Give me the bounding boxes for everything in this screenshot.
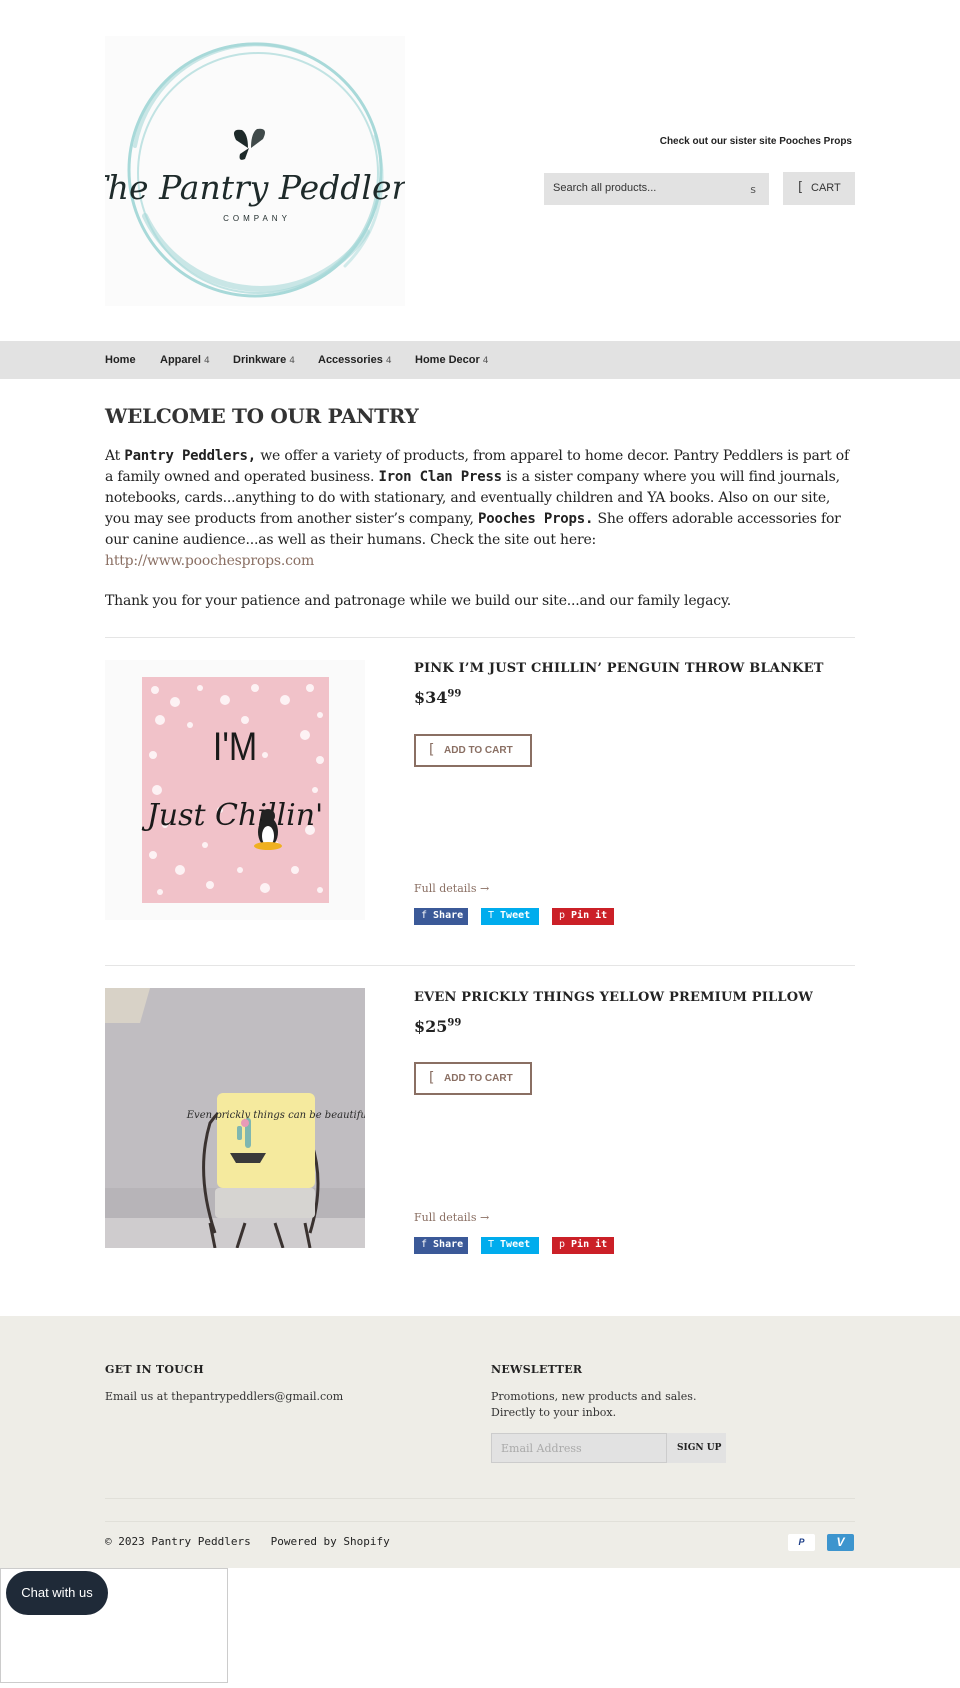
- twitter-icon: T: [488, 1239, 495, 1250]
- site-logo[interactable]: The Pantry Peddlers COMPANY: [86, 36, 424, 306]
- search-input[interactable]: Search all products... s: [544, 173, 769, 205]
- share-twitter-button[interactable]: T Tweet: [481, 908, 539, 925]
- share-pinterest-button[interactable]: p Pin it: [552, 908, 614, 925]
- email-placeholder: Email Address: [501, 1442, 582, 1455]
- twitter-icon: T: [488, 910, 495, 921]
- site-footer: GET IN TOUCH Email us at thepantrypeddle…: [0, 1316, 960, 1568]
- cart-label: CART: [811, 182, 841, 194]
- newsletter-signup-button[interactable]: SIGN UP: [667, 1433, 726, 1463]
- share-twitter-button[interactable]: T Tweet: [481, 1237, 539, 1254]
- chat-button[interactable]: Chat with us: [6, 1571, 108, 1615]
- svg-text:Just Chillin': Just Chillin': [141, 798, 324, 833]
- nav-item-apparel[interactable]: Apparel 4: [160, 354, 210, 366]
- product-price: $3499: [414, 688, 462, 707]
- product-price: $2599: [414, 1017, 462, 1036]
- chevron-down-icon: 4: [482, 356, 489, 366]
- product-title[interactable]: PINK I’M JUST CHILLIN’ PENGUIN THROW BLA…: [414, 661, 824, 676]
- nav-item-home-decor[interactable]: Home Decor 4: [415, 354, 489, 366]
- product-image-pillow[interactable]: Even prickly things can be beautiful.: [105, 988, 373, 1249]
- add-to-cart-button[interactable]: [ ADD TO CART: [414, 1062, 532, 1095]
- share-facebook-button[interactable]: f Share: [414, 908, 468, 925]
- cart-icon: [: [429, 742, 435, 758]
- chevron-down-icon: 4: [289, 356, 295, 366]
- share-facebook-button[interactable]: f Share: [414, 1237, 468, 1254]
- newsletter-email-field[interactable]: Email Address: [491, 1433, 667, 1463]
- svg-text:COMPANY: COMPANY: [223, 214, 291, 223]
- main-nav: Home Apparel 4 Drinkware 4 Accessories 4 Ho…: [0, 341, 960, 379]
- newsletter-heading: NEWSLETTER: [491, 1363, 583, 1376]
- share-pinterest-button[interactable]: p Pin it: [552, 1237, 614, 1254]
- contact-email[interactable]: Email us at thepantrypeddlers@gmail.com: [105, 1389, 343, 1405]
- pinterest-icon: p: [559, 1239, 566, 1250]
- divider: [105, 1521, 855, 1522]
- product-title[interactable]: EVEN PRICKLY THINGS YELLOW PREMIUM PILLO…: [414, 990, 813, 1005]
- nav-item-accessories[interactable]: Accessories 4: [318, 354, 392, 366]
- chevron-down-icon: 4: [203, 356, 210, 366]
- full-details-link[interactable]: Full details →: [414, 1211, 489, 1224]
- pooches-props-link[interactable]: http://www.poochesprops.com: [105, 553, 314, 569]
- divider: [105, 637, 855, 638]
- welcome-paragraph: At Pantry Peddlers, we offer a variety o…: [105, 448, 849, 569]
- page-title: WELCOME TO OUR PANTRY: [105, 404, 419, 428]
- cart-icon: [: [798, 180, 804, 195]
- butterfly-icon: [234, 128, 265, 160]
- svg-text:I'M: I'M: [213, 723, 257, 768]
- pinterest-icon: p: [559, 910, 566, 921]
- paypal-icon: P: [788, 1534, 815, 1551]
- divider: [105, 1498, 855, 1499]
- nav-item-drinkware[interactable]: Drinkware 4: [233, 354, 295, 366]
- svg-text:Even prickly things can be bea: Even prickly things can be beautiful.: [186, 1110, 365, 1121]
- contact-heading: GET IN TOUCH: [105, 1363, 204, 1376]
- nav-item-home[interactable]: Home: [105, 354, 136, 366]
- cart-icon: [: [429, 1070, 435, 1086]
- venmo-icon: V: [827, 1534, 854, 1551]
- svg-text:The Pantry Peddlers: The Pantry Peddlers: [105, 168, 405, 207]
- newsletter-text: Promotions, new products and sales. Direc…: [491, 1390, 697, 1419]
- powered-by-link[interactable]: Powered by Shopify: [271, 1535, 390, 1548]
- copyright: © 2023 Pantry Peddlers Powered by Shopif…: [105, 1535, 390, 1548]
- chevron-down-icon: 4: [385, 356, 392, 366]
- divider: [105, 965, 855, 966]
- add-to-cart-button[interactable]: [ ADD TO CART: [414, 734, 532, 767]
- product-image-blanket[interactable]: I'M Just Chillin': [105, 660, 365, 920]
- facebook-icon: f: [421, 1239, 428, 1250]
- thanks-paragraph: Thank you for your patience and patronag…: [105, 593, 732, 609]
- search-placeholder: Search all products...: [553, 182, 657, 194]
- cart-button[interactable]: [ CART: [783, 172, 855, 205]
- search-icon[interactable]: s: [750, 183, 756, 196]
- sister-site-link[interactable]: Check out our sister site Pooches Props: [660, 136, 852, 147]
- full-details-link[interactable]: Full details →: [414, 882, 489, 895]
- facebook-icon: f: [421, 910, 428, 921]
